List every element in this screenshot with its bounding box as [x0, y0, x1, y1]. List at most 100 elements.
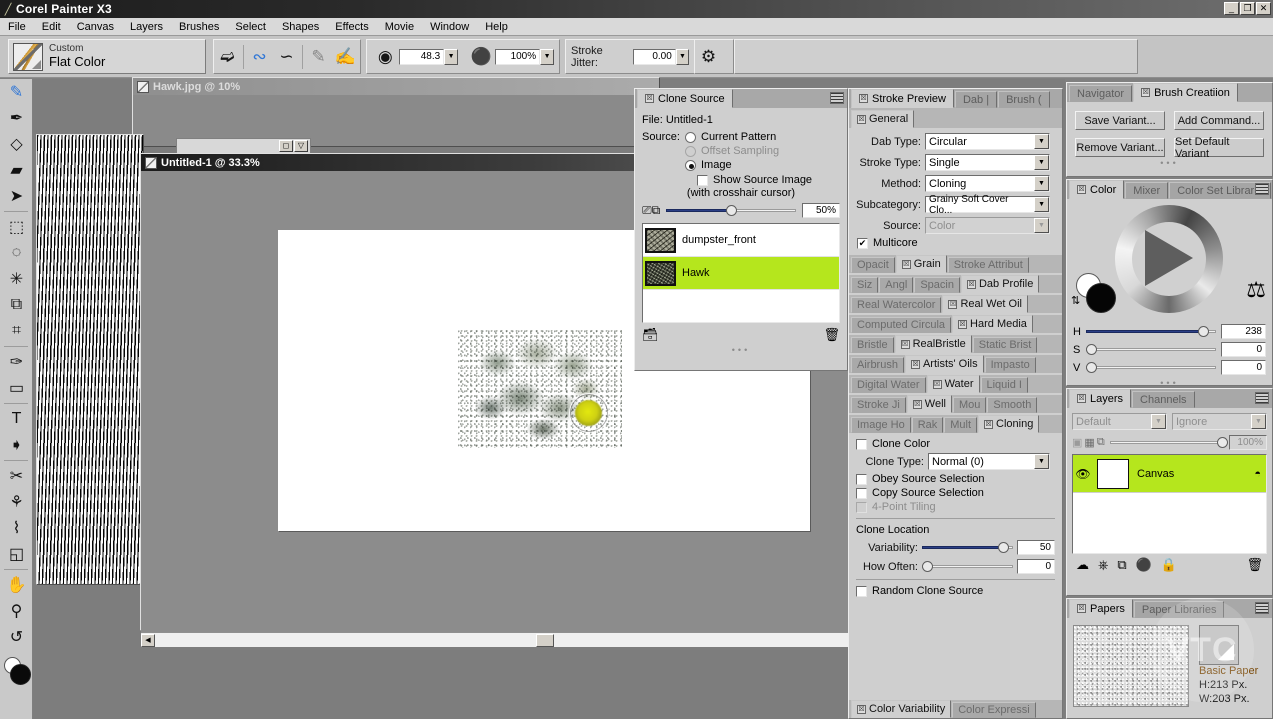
tab-color-expression[interactable]: Color Expressi	[952, 702, 1036, 718]
divine-proportion-tool[interactable]: ⌇	[0, 515, 33, 541]
hawk-document-window[interactable]: Hawk.jpg @ 10%	[132, 77, 660, 147]
layer-adjuster-tool[interactable]: ➤	[0, 183, 33, 209]
dynamic-plugins-icon[interactable]: ☁	[1076, 557, 1089, 573]
brush-selector[interactable]: Custom Flat Color	[8, 39, 206, 74]
chevron-down-icon[interactable]: ▼	[1251, 414, 1266, 429]
tab-close-icon[interactable]: ☒	[859, 94, 868, 103]
tab-clone-source[interactable]: ☒ Clone Source	[637, 89, 733, 108]
layer-mask-icon[interactable]: ⚫	[1136, 557, 1152, 573]
delete-layer-icon[interactable]: 🗑	[1246, 557, 1263, 573]
layer-list[interactable]: 👁 Canvas ◓	[1072, 454, 1267, 554]
tab-color-variability[interactable]: ☒ Color Variability	[851, 700, 952, 718]
minimize-button[interactable]: _	[1224, 2, 1239, 15]
palette-menu-icon[interactable]	[1255, 602, 1269, 614]
mirror-painting-tool[interactable]: ⚘	[0, 489, 33, 515]
tab-paper-libraries[interactable]: Paper Libraries	[1133, 601, 1225, 618]
menu-item-effects[interactable]: Effects	[327, 20, 376, 34]
tab-color[interactable]: ☒ Color	[1069, 180, 1125, 199]
tab-cloning[interactable]: ☒ Cloning	[978, 415, 1040, 433]
main-color-swatch[interactable]	[1086, 283, 1116, 313]
palette-resize-grip[interactable]: •••	[1075, 159, 1264, 168]
checkbox-random-clone-source[interactable]	[856, 585, 867, 597]
chevron-down-icon[interactable]: ▼	[1034, 197, 1049, 212]
checkbox-clone-color[interactable]	[856, 438, 867, 450]
tab-channels[interactable]: Channels	[1132, 391, 1195, 408]
eye-icon[interactable]: 👁	[1073, 467, 1093, 481]
tab-impasto[interactable]: Impasto	[984, 357, 1036, 373]
crop-tool[interactable]: ⌗	[0, 318, 33, 344]
palette-menu-icon[interactable]	[1255, 183, 1269, 195]
tab-bristle[interactable]: Bristle	[851, 337, 894, 353]
tab-rak[interactable]: Rak	[911, 417, 944, 433]
pen-tool[interactable]: ✑	[0, 349, 33, 375]
brush-opacity-dropdown-arrow[interactable]: ▼	[540, 48, 554, 65]
tab-hard-media[interactable]: ☒ Hard Media	[952, 315, 1033, 333]
menu-item-window[interactable]: Window	[422, 20, 477, 34]
lasso-tool[interactable]: ◌	[0, 240, 33, 266]
grabber-hand-tool[interactable]: ✋	[0, 572, 33, 598]
list-item[interactable]: Hawk	[643, 257, 839, 290]
menu-item-edit[interactable]: Edit	[34, 20, 69, 34]
tab-close-icon[interactable]: ☒	[966, 279, 976, 289]
source-thumbnail-toggle-icon[interactable]: ⎚	[642, 203, 652, 218]
tab-spacin[interactable]: Spacin	[914, 277, 960, 293]
swap-colors-icon[interactable]: ⇅	[1071, 294, 1080, 307]
curve-stroke-icon[interactable]: ∽	[273, 44, 300, 70]
new-layer-icon[interactable]: ⧉	[1117, 557, 1126, 573]
tab-grain[interactable]: ☒ Grain	[895, 255, 947, 273]
tab-close-icon[interactable]: ☒	[958, 319, 968, 329]
brush-size-dropdown-arrow[interactable]: ▼	[444, 48, 459, 65]
tab-close-icon[interactable]: ☒	[857, 114, 866, 124]
tab-close-icon[interactable]: ☒	[1077, 604, 1086, 613]
menu-item-file[interactable]: File	[0, 20, 34, 34]
tab-brush-controls[interactable]: Brush (	[998, 91, 1050, 108]
layer-visibility-icon[interactable]: ◓	[1254, 468, 1261, 480]
shape-selection-tool[interactable]: ➧	[0, 432, 33, 458]
tab-opacit[interactable]: Opacit	[851, 257, 895, 273]
palette-resize-grip[interactable]: •••	[642, 346, 840, 355]
tab-static-brist[interactable]: Static Brist	[972, 337, 1038, 353]
dry-brush-icon[interactable]: ✍	[332, 44, 359, 70]
hawk-document-titlebar[interactable]: Hawk.jpg @ 10%	[133, 78, 659, 95]
tab-smooth[interactable]: Smooth	[987, 397, 1038, 413]
tab-close-icon[interactable]: ☒	[948, 299, 958, 309]
variability-slider[interactable]	[922, 542, 1013, 554]
tab-dab-profile[interactable]: ☒ Dab Profile	[960, 275, 1040, 293]
text-tool[interactable]: T	[0, 406, 33, 432]
selection-adjuster-tool[interactable]: ⧉	[0, 292, 33, 318]
method-combo[interactable]: Cloning ▼	[925, 175, 1050, 192]
hsv-slider-h[interactable]	[1086, 326, 1216, 338]
tab-image-ho[interactable]: Image Ho	[851, 417, 911, 433]
color-triangle[interactable]	[1145, 230, 1193, 286]
tab-close-icon[interactable]: ☒	[900, 339, 910, 349]
tab-papers[interactable]: ☒ Papers	[1069, 599, 1133, 618]
hsv-value-s[interactable]: 0	[1221, 342, 1266, 357]
tab-layers[interactable]: ☒ Layers	[1069, 389, 1132, 408]
brush-size-input[interactable]: 48.3	[398, 48, 445, 65]
set-default-variant-button[interactable]: Set Default Variant	[1174, 136, 1264, 160]
scissors-tool[interactable]: ✂	[0, 463, 33, 489]
canvas-horizontal-scrollbar[interactable]: ◀	[141, 632, 866, 647]
tab-general[interactable]: ☒ General	[851, 110, 915, 128]
tab-angl[interactable]: Angl	[879, 277, 914, 293]
tab-water[interactable]: ☒ Water	[926, 375, 980, 393]
chevron-down-icon[interactable]: ▼	[1034, 454, 1049, 469]
palette-menu-icon[interactable]	[1255, 392, 1269, 404]
brush-settings-icon[interactable]: ⚙	[695, 44, 722, 70]
new-layer-group-icon[interactable]: ⎈	[1098, 557, 1108, 573]
menu-item-shapes[interactable]: Shapes	[274, 20, 327, 34]
rectangular-shape-tool[interactable]: ▭	[0, 375, 33, 401]
checkbox-multicore[interactable]: ✔	[857, 237, 868, 249]
table-row[interactable]: 👁 Canvas ◓	[1073, 455, 1266, 493]
stroke-jitter-input[interactable]: 0.00	[632, 48, 676, 65]
variability-value[interactable]: 50	[1017, 540, 1055, 555]
composite-method-combo[interactable]: Default ▼	[1072, 413, 1167, 430]
menu-item-brushes[interactable]: Brushes	[171, 20, 227, 34]
checkbox-copy-source-selection[interactable]	[856, 487, 867, 499]
color-wheel[interactable]	[1115, 205, 1223, 313]
tab-realbristle[interactable]: ☒ RealBristle	[894, 335, 972, 353]
restore-button[interactable]: ❐	[1240, 2, 1255, 15]
scroll-left-arrow[interactable]: ◀	[141, 633, 155, 647]
remove-variant-button[interactable]: Remove Variant...	[1075, 138, 1165, 157]
tab-stroke-preview[interactable]: ☒ Stroke Preview	[851, 89, 954, 108]
